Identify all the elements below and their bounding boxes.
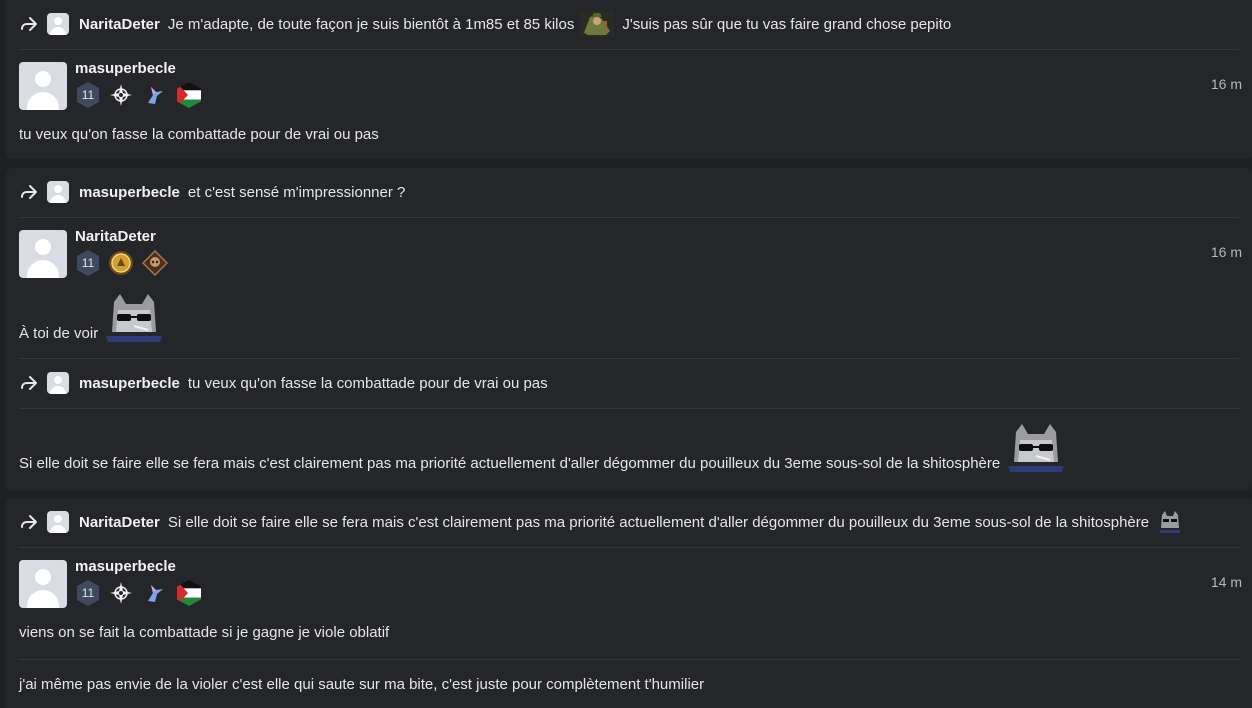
timestamp: 16 m	[1210, 76, 1242, 92]
badge-row: 11	[75, 578, 203, 608]
page: NaritaDeter Je m'adapte, de toute façon …	[0, 0, 1252, 708]
message-text: viens on se fait la combattade si je gag…	[19, 624, 390, 641]
post-header: masuperbecle 11	[19, 558, 1252, 614]
avatar[interactable]	[19, 230, 67, 278]
post-header: masuperbecle 11	[19, 60, 1252, 116]
gold-medal-icon	[107, 249, 135, 277]
timestamp: 16 m	[1210, 244, 1242, 260]
reply-arrow-icon	[19, 513, 39, 531]
message-card: masuperbecle et c'est sensé m'impression…	[6, 168, 1252, 491]
hummingbird-icon	[141, 579, 169, 607]
username[interactable]: NaritaDeter	[75, 228, 156, 245]
message-body: Si elle doit se faire elle se fera mais …	[19, 418, 1252, 474]
level-badge: 11	[75, 81, 101, 109]
divider	[19, 217, 1239, 218]
reply-quote[interactable]: NaritaDeter Si elle doit se faire elle s…	[19, 509, 1252, 535]
compass-star-icon	[107, 81, 135, 109]
cat-sunglasses-emoji	[1159, 510, 1181, 534]
message-text: Si elle doit se faire elle se fera mais …	[19, 455, 1001, 472]
reply-arrow-icon	[19, 183, 39, 201]
green-warrior-emoji	[580, 11, 615, 37]
quote-avatar[interactable]	[47, 511, 69, 533]
quote-text: Si elle doit se faire elle se fera mais …	[167, 513, 1150, 531]
message-card: NaritaDeter Je m'adapte, de toute façon …	[6, 0, 1252, 159]
reply-quote[interactable]: masuperbecle tu veux qu'on fasse la comb…	[19, 370, 1252, 396]
level-number: 11	[81, 88, 95, 102]
cat-sunglasses-emoji	[104, 292, 164, 344]
palestine-flag-icon	[175, 579, 203, 607]
quote-text: et c'est sensé m'impressionner ?	[187, 183, 406, 201]
username[interactable]: masuperbecle	[75, 60, 176, 77]
quote-username[interactable]: masuperbecle	[79, 184, 180, 201]
message-body: À toi de voir	[19, 288, 1252, 344]
divider	[19, 659, 1239, 660]
message-text: À toi de voir	[19, 325, 99, 342]
bronze-skull-medal-icon	[141, 249, 169, 277]
level-badge: 11	[75, 579, 101, 607]
quote-username[interactable]: NaritaDeter	[79, 16, 160, 33]
quote-text: tu veux qu'on fasse la combattade pour d…	[187, 374, 548, 392]
username[interactable]: masuperbecle	[75, 558, 176, 575]
quote-text-continued: J'suis pas sûr que tu vas faire grand ch…	[622, 15, 952, 33]
divider	[19, 358, 1239, 359]
avatar[interactable]	[19, 62, 67, 110]
level-number: 11	[81, 586, 95, 600]
message-card: NaritaDeter Si elle doit se faire elle s…	[6, 498, 1252, 708]
badge-row: 11	[75, 248, 169, 278]
quote-avatar[interactable]	[47, 181, 69, 203]
quote-username[interactable]: NaritaDeter	[79, 514, 160, 531]
reply-arrow-icon	[19, 15, 39, 33]
quote-avatar[interactable]	[47, 13, 69, 35]
quote-avatar[interactable]	[47, 372, 69, 394]
message-text: j'ai même pas envie de la violer c'est e…	[19, 676, 705, 693]
cat-sunglasses-emoji	[1006, 422, 1066, 474]
divider	[19, 49, 1239, 50]
timestamp: 14 m	[1210, 574, 1242, 590]
reply-quote[interactable]: NaritaDeter Je m'adapte, de toute façon …	[19, 11, 1252, 37]
badge-row: 11	[75, 80, 203, 110]
reply-arrow-icon	[19, 374, 39, 392]
level-badge: 11	[75, 249, 101, 277]
palestine-flag-icon	[175, 81, 203, 109]
divider	[19, 547, 1239, 548]
hummingbird-icon	[141, 81, 169, 109]
avatar[interactable]	[19, 560, 67, 608]
divider	[19, 408, 1239, 409]
reply-quote[interactable]: masuperbecle et c'est sensé m'impression…	[19, 179, 1252, 205]
message-text: tu veux qu'on fasse la combattade pour d…	[19, 126, 379, 143]
compass-star-icon	[107, 579, 135, 607]
quote-username[interactable]: masuperbecle	[79, 375, 180, 392]
level-number: 11	[81, 256, 95, 270]
post-header: NaritaDeter 11 16 m	[19, 228, 1252, 284]
quote-text: Je m'adapte, de toute façon je suis bien…	[167, 15, 575, 33]
